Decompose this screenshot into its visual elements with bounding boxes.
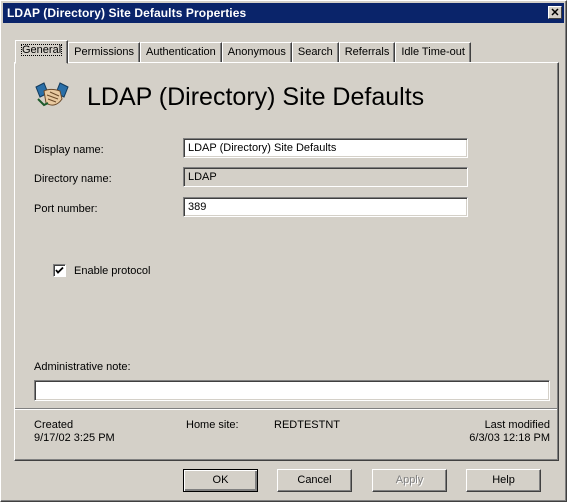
tab-authentication[interactable]: Authentication bbox=[140, 42, 222, 62]
display-name-field[interactable]: LDAP (Directory) Site Defaults bbox=[183, 138, 468, 158]
directory-name-field: LDAP bbox=[183, 167, 468, 187]
properties-dialog: LDAP (Directory) Site Defaults Propertie… bbox=[0, 0, 567, 502]
modified-info: Last modified 6/3/03 12:18 PM bbox=[469, 419, 550, 445]
handshake-icon bbox=[35, 82, 69, 107]
status-divider bbox=[15, 408, 557, 410]
tab-general[interactable]: General bbox=[15, 40, 69, 64]
tab-idle-timeout-label: Idle Time-out bbox=[401, 46, 465, 58]
apply-button: Apply bbox=[372, 469, 447, 492]
general-tab-panel bbox=[14, 62, 559, 461]
tab-strip: General Permissions Authentication Anony… bbox=[15, 40, 471, 64]
page-title: LDAP (Directory) Site Defaults bbox=[87, 83, 425, 111]
enable-protocol-row[interactable]: Enable protocol bbox=[53, 264, 150, 277]
tab-search-label: Search bbox=[297, 46, 333, 58]
admin-note-field[interactable] bbox=[34, 380, 550, 401]
ok-button[interactable]: OK bbox=[183, 469, 258, 492]
tab-referrals-label: Referrals bbox=[344, 46, 390, 58]
directory-name-label-text: Directory name: bbox=[34, 173, 112, 185]
tab-permissions[interactable]: Permissions bbox=[68, 42, 141, 62]
close-icon: ✕ bbox=[550, 7, 560, 19]
tab-search[interactable]: Search bbox=[291, 42, 339, 62]
checkmark-icon bbox=[55, 266, 64, 274]
home-site-value: REDTESTNT bbox=[274, 419, 340, 431]
enable-protocol-label: Enable protocol bbox=[74, 264, 151, 277]
port-number-label: Port number: bbox=[34, 203, 98, 215]
directory-name-label: Directory name: bbox=[34, 173, 112, 185]
title-bar[interactable]: LDAP (Directory) Site Defaults Propertie… bbox=[3, 3, 564, 23]
created-label: Created bbox=[34, 419, 74, 431]
tab-authentication-label: Authentication bbox=[146, 46, 216, 58]
tab-idle-timeout[interactable]: Idle Time-out bbox=[395, 42, 471, 62]
created-value: 9/17/02 3:25 PM bbox=[34, 432, 115, 444]
tab-general-label: General bbox=[21, 44, 63, 56]
created-info: Created 9/17/02 3:25 PM bbox=[34, 419, 115, 445]
port-number-field[interactable]: 389 bbox=[183, 197, 468, 217]
admin-note-label: Administrative note: bbox=[34, 361, 131, 373]
display-name-label-text: Display name: bbox=[34, 144, 104, 156]
tab-referrals[interactable]: Referrals bbox=[338, 42, 396, 62]
display-name-label: Display name: bbox=[34, 144, 104, 156]
port-number-label-text: Port number: bbox=[34, 203, 98, 215]
window-title: LDAP (Directory) Site Defaults Propertie… bbox=[7, 6, 247, 20]
tab-permissions-label: Permissions bbox=[74, 46, 135, 58]
tab-anonymous[interactable]: Anonymous bbox=[221, 42, 292, 62]
tab-anonymous-label: Anonymous bbox=[227, 46, 286, 58]
enable-protocol-checkbox[interactable] bbox=[53, 264, 66, 277]
home-site-label: Home site: bbox=[186, 419, 239, 431]
modified-value: 6/3/03 12:18 PM bbox=[469, 432, 550, 444]
cancel-button[interactable]: Cancel bbox=[277, 469, 352, 492]
close-button[interactable]: ✕ bbox=[548, 6, 562, 19]
modified-label: Last modified bbox=[484, 419, 550, 431]
help-button[interactable]: Help bbox=[466, 469, 541, 492]
